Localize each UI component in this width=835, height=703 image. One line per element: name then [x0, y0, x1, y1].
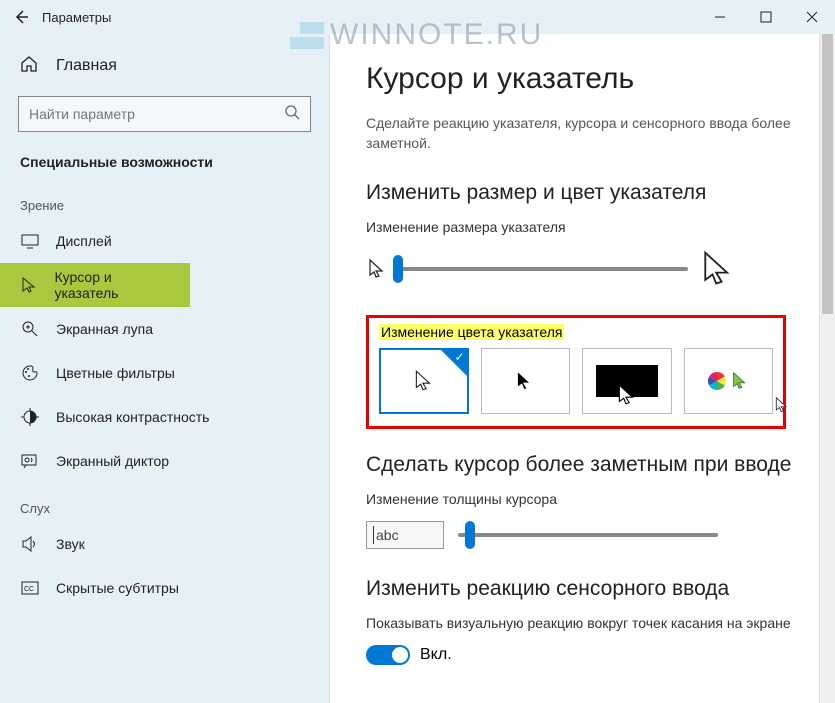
category-hearing: Слух — [0, 483, 329, 522]
nav-color-filters[interactable]: Цветные фильтры — [0, 351, 329, 395]
narrator-icon — [20, 452, 40, 470]
color-option-white[interactable] — [379, 348, 469, 414]
section-touch-heading: Изменить реакцию сенсорного ввода — [366, 577, 799, 601]
sound-icon — [20, 535, 40, 553]
small-cursor-icon — [366, 258, 388, 280]
color-option-inverted[interactable] — [582, 348, 671, 414]
nav-label: Экранный диктор — [56, 453, 169, 469]
home-nav[interactable]: Главная — [0, 44, 329, 88]
page-description: Сделайте реакцию указателя, курсора и се… — [366, 114, 799, 153]
nav-cursor[interactable]: Курсор и указатель — [0, 263, 190, 307]
category-vision: Зрение — [0, 180, 329, 219]
pointer-size-slider[interactable] — [398, 267, 688, 271]
cursor-thickness-slider[interactable] — [458, 533, 718, 537]
section-size-heading: Изменить размер и цвет указателя — [366, 181, 799, 205]
size-slider-label: Изменение размера указателя — [366, 219, 799, 235]
nav-display[interactable]: Дисплей — [0, 219, 329, 263]
cursor-icon — [20, 276, 38, 294]
cc-icon: CC — [20, 579, 40, 597]
svg-text:CC: CC — [24, 586, 34, 593]
nav-label: Цветные фильтры — [56, 365, 175, 381]
window-title: Параметры — [42, 10, 111, 25]
nav-label: Дисплей — [56, 233, 112, 249]
home-icon — [20, 55, 40, 78]
nav-label: Высокая контрастность — [56, 409, 209, 425]
nav-high-contrast[interactable]: Высокая контрастность — [0, 395, 329, 439]
cursor-thickness-preview: abc — [366, 521, 444, 549]
nav-label: Скрытые субтитры — [56, 580, 179, 596]
thickness-label: Изменение толщины курсора — [366, 491, 799, 507]
back-button[interactable] — [0, 0, 42, 34]
nav-narrator[interactable]: Экранный диктор — [0, 439, 329, 483]
toggle-state: Вкл. — [420, 646, 452, 664]
nav-label: Звук — [56, 536, 85, 552]
home-label: Главная — [56, 57, 117, 75]
scrollbar[interactable] — [819, 34, 835, 703]
page-title: Курсор и указатель — [366, 62, 799, 96]
pointer-color-options — [379, 348, 773, 414]
color-option-black[interactable] — [481, 348, 570, 414]
window-controls — [697, 0, 835, 34]
large-cursor-icon — [698, 249, 738, 289]
sidebar-section-header: Специальные возможности — [0, 140, 329, 180]
palette-icon — [20, 364, 40, 382]
section-cursor-heading: Сделать курсор более заметным при вводе — [366, 453, 799, 477]
nav-label: Экранная лупа — [56, 321, 153, 337]
search-box[interactable] — [18, 96, 311, 132]
sidebar: Главная Специальные возможности Зрение Д… — [0, 34, 330, 703]
touch-toggle-label: Показывать визуальную реакцию вокруг точ… — [366, 615, 799, 631]
mouse-pointer-icon — [773, 396, 791, 414]
display-icon — [20, 232, 40, 250]
search-input[interactable] — [29, 106, 284, 122]
close-button[interactable] — [789, 0, 835, 34]
content-area: Курсор и указатель Сделайте реакцию указ… — [330, 34, 835, 703]
color-section-label: Изменение цвета указателя — [379, 324, 564, 340]
nav-label: Курсор и указатель — [54, 269, 170, 301]
color-wheel-icon — [707, 371, 727, 391]
search-icon — [284, 104, 300, 125]
nav-sound[interactable]: Звук — [0, 522, 329, 566]
maximize-button[interactable] — [743, 0, 789, 34]
minimize-button[interactable] — [697, 0, 743, 34]
scrollbar-thumb[interactable] — [822, 34, 833, 314]
nav-cc[interactable]: CC Скрытые субтитры — [0, 566, 329, 610]
nav-magnifier[interactable]: Экранная лупа — [0, 307, 329, 351]
contrast-icon — [20, 408, 40, 426]
color-section-highlight: Изменение цвета указателя — [366, 315, 786, 429]
touch-feedback-toggle[interactable] — [366, 645, 410, 665]
magnifier-icon — [20, 320, 40, 338]
color-option-custom[interactable] — [684, 348, 773, 414]
